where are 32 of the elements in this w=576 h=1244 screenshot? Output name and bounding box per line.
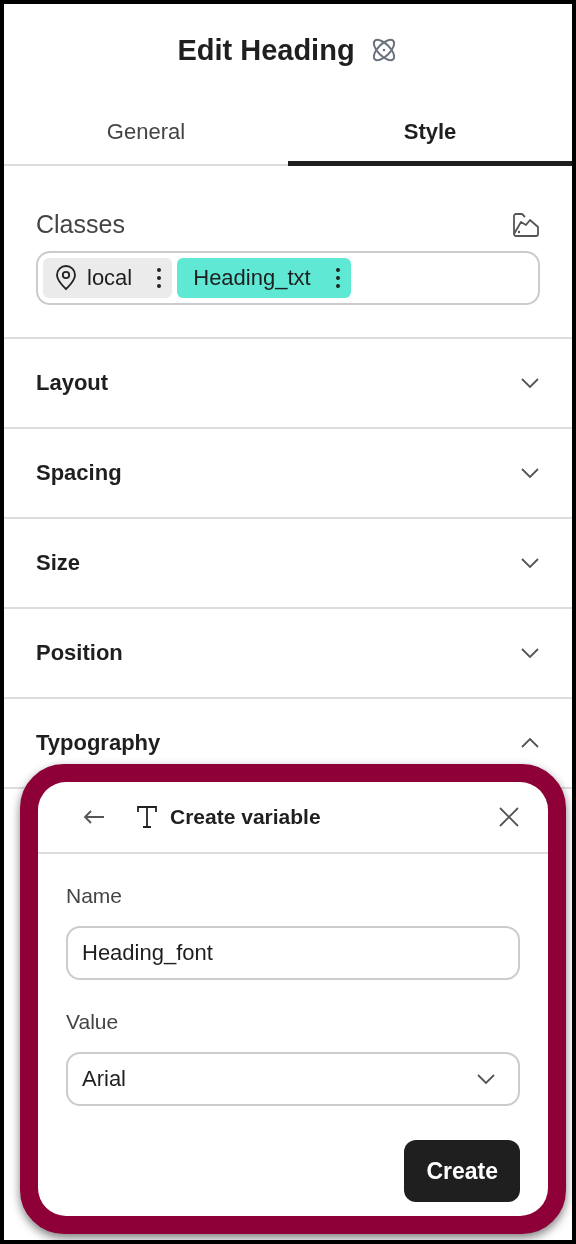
section-title[interactable]: Position [36, 640, 123, 666]
section-title[interactable]: Size [36, 550, 81, 576]
class-chip[interactable]: local [43, 258, 173, 298]
more-icon[interactable] [156, 267, 163, 289]
chevron-down-icon[interactable] [520, 377, 540, 389]
chevron-down-icon[interactable] [520, 647, 540, 659]
chevron-down-icon[interactable] [520, 557, 540, 569]
chip-label: local [87, 265, 133, 291]
text-icon [136, 805, 158, 829]
chevron-down-icon[interactable] [520, 467, 540, 479]
section-title[interactable]: Layout [36, 370, 109, 396]
section-title[interactable]: Typography [36, 730, 161, 756]
class-chip[interactable]: Heading_txt [177, 258, 351, 298]
name-input[interactable]: Heading_font [66, 926, 520, 980]
chip-label: Heading_txt [193, 265, 311, 291]
chevron-up-icon[interactable] [520, 737, 540, 749]
name-label: Name [66, 884, 124, 908]
section-title[interactable]: Spacing [36, 460, 122, 486]
classes-field[interactable]: local Heading_txt [36, 251, 540, 305]
panel-title: Edit Heading [177, 33, 355, 67]
classes-label: Classes [36, 210, 125, 239]
create-button[interactable]: Create [404, 1140, 520, 1202]
back-arrow-icon[interactable] [82, 809, 106, 825]
more-icon[interactable] [334, 267, 341, 289]
value-select[interactable]: Arial [66, 1052, 520, 1106]
tab[interactable]: General [4, 96, 288, 166]
close-icon[interactable] [498, 806, 520, 828]
value-label: Value [66, 1010, 120, 1034]
chevron-down-icon [476, 1073, 496, 1085]
location-pin-icon [55, 265, 77, 291]
dialog-title: Create variable [170, 805, 322, 829]
tab[interactable]: Style [288, 96, 572, 166]
